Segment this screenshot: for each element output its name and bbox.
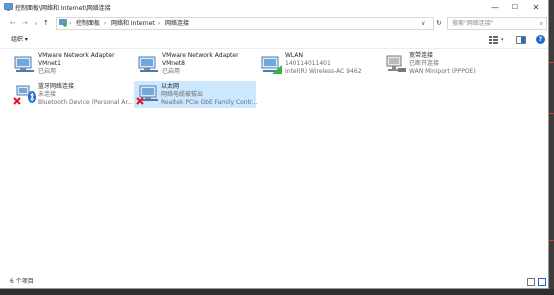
connection-name: VMware Network Adapter — [38, 52, 115, 59]
network-connections-window: 控制面板\网络和 Internet\网络连接 — ☐ ✕ ← → ∨ ↑ › 控… — [0, 0, 549, 289]
connection-bluetooth[interactable]: 蓝牙网络连接 未连接 Bluetooth Device (Personal Ar… — [11, 81, 133, 108]
search-icon: ⌕ — [539, 20, 543, 27]
details-view-icon[interactable] — [527, 278, 535, 286]
connection-ethernet[interactable]: 以太网 网络电缆被拔出 Realtek PCIe GbE Family Cont… — [134, 81, 258, 108]
background-window — [549, 0, 554, 295]
control-panel-icon — [4, 3, 13, 11]
connection-name: 以太网 — [161, 83, 180, 90]
connection-wlan[interactable]: WLAN 140114011401 Intel(R) Wireless-AC 9… — [258, 50, 376, 77]
connection-vmnet8[interactable]: VMware Network Adapter VMnet8 已启用 — [135, 50, 253, 77]
breadcrumb-separator: › — [158, 20, 161, 27]
breadcrumb-network-internet[interactable]: 网络和 Internet — [111, 19, 155, 28]
forward-icon[interactable]: → — [22, 18, 28, 28]
close-button[interactable]: ✕ — [526, 1, 546, 14]
connection-name: 宽带连接 — [409, 52, 434, 59]
item-count: 6 个项目 — [10, 278, 34, 285]
large-icons-view-icon[interactable] — [538, 278, 546, 286]
search-input[interactable]: 搜索"网络连接" — [452, 19, 494, 28]
connection-status: 网络电缆被拔出 — [161, 91, 204, 98]
organize-button[interactable]: 组织 ▾ — [11, 36, 28, 44]
breadcrumb-separator: › — [69, 20, 72, 27]
view-dropdown-icon[interactable]: ▾ — [501, 36, 504, 45]
connection-status: 已启用 — [162, 68, 181, 75]
connection-network: VMnet1 — [38, 60, 61, 67]
window-title: 控制面板\网络和 Internet\网络连接 — [15, 5, 111, 12]
wlan-adapter-icon — [261, 56, 282, 74]
connection-device: Intel(R) Wireless-AC 9462 — [285, 68, 362, 75]
connection-broadband[interactable]: 宽带连接 已断开连接 WAN Miniport (PPPOE) — [382, 50, 504, 77]
minimize-button[interactable]: — — [485, 1, 505, 14]
status-bar: 6 个项目 — [0, 276, 548, 288]
breadcrumb-network-connections[interactable]: 网络连接 — [165, 19, 189, 28]
connection-name: WLAN — [285, 52, 304, 59]
connection-status: 已断开连接 — [409, 60, 440, 67]
refresh-icon[interactable]: ↻ — [436, 18, 442, 28]
connection-name: 蓝牙网络连接 — [38, 83, 75, 90]
up-icon[interactable]: ↑ — [43, 18, 49, 28]
recent-locations-icon[interactable]: ∨ — [34, 19, 38, 29]
connection-device: WAN Miniport (PPPOE) — [409, 68, 476, 75]
connection-device: Bluetooth Device (Personal Ar... — [38, 99, 133, 106]
breadcrumb-control-panel[interactable]: 控制面板 — [76, 19, 100, 28]
address-bar: ← → ∨ ↑ › 控制面板 › 网络和 Internet › 网络连接 ∨ ↻… — [0, 15, 548, 31]
connection-network: VMnet8 — [162, 60, 185, 67]
control-panel-icon — [59, 19, 67, 27]
connection-status: 已启用 — [38, 68, 57, 75]
view-options-icon[interactable] — [489, 36, 498, 44]
network-adapter-icon — [138, 56, 158, 72]
address-field[interactable]: › 控制面板 › 网络和 Internet › 网络连接 ∨ — [56, 17, 434, 30]
network-adapter-icon — [14, 56, 34, 72]
help-icon[interactable]: ? — [536, 35, 545, 44]
bluetooth-adapter-icon — [13, 85, 36, 105]
connection-name: VMware Network Adapter — [162, 52, 239, 59]
connection-status: 未连接 — [38, 91, 57, 98]
connection-device: Realtek PCIe GbE Family Contr... — [161, 99, 258, 106]
preview-pane-icon[interactable] — [516, 36, 526, 44]
maximize-button[interactable]: ☐ — [505, 1, 525, 14]
address-dropdown-icon[interactable]: ∨ — [421, 19, 425, 28]
ethernet-adapter-icon — [136, 85, 158, 105]
search-box[interactable]: 搜索"网络连接" ⌕ — [447, 17, 547, 30]
command-bar: 组织 ▾ ▾ ? — [0, 32, 548, 49]
back-icon[interactable]: ← — [10, 18, 16, 28]
connection-vmnet1[interactable]: VMware Network Adapter VMnet1 已启用 — [11, 50, 129, 77]
broadband-icon — [386, 55, 406, 72]
background-taskbar — [0, 289, 554, 295]
breadcrumb-separator: › — [104, 20, 107, 27]
connection-network: 140114011401 — [285, 60, 331, 67]
title-bar: 控制面板\网络和 Internet\网络连接 — ☐ ✕ — [0, 0, 548, 15]
